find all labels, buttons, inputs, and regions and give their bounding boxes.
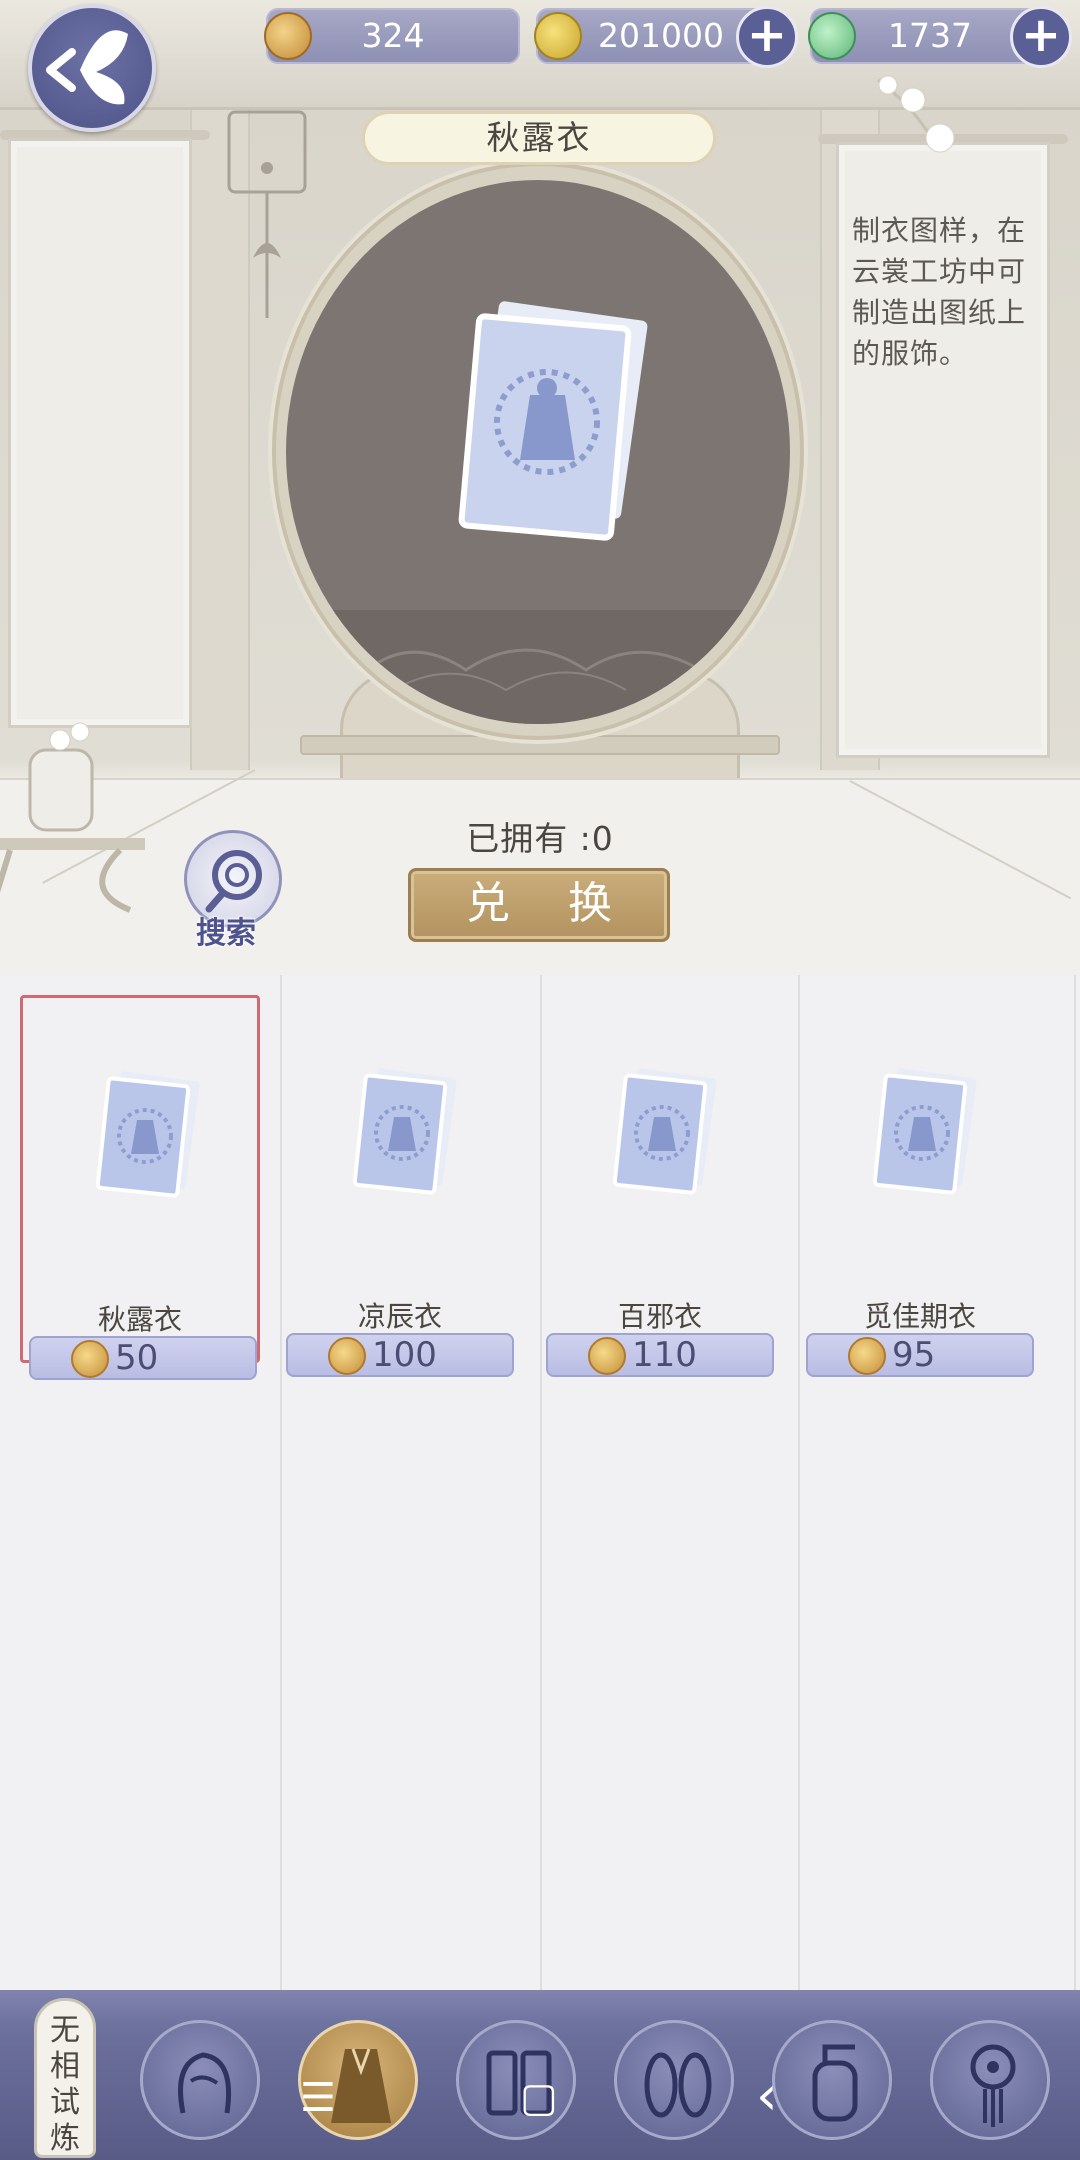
- category-pants[interactable]: [456, 2020, 576, 2140]
- blueprint-preview-icon: [458, 301, 648, 541]
- grid-item[interactable]: 觅佳期衣 95: [800, 995, 1040, 1377]
- owned-count: 已拥有 :0: [466, 819, 614, 858]
- blueprint-icon: [95, 1071, 200, 1198]
- blueprint-icon: [612, 1068, 717, 1195]
- item-price: 50: [115, 1338, 159, 1378]
- vase-decoration-icon: [0, 722, 145, 913]
- blueprint-icon: [872, 1068, 977, 1195]
- tassel-ornament-icon: [970, 2044, 1016, 2127]
- jade-token-icon: [588, 1337, 626, 1375]
- blueprint-icon: [352, 1068, 457, 1195]
- grid-item[interactable]: 秋露衣 50: [20, 995, 260, 1380]
- price-tag: 100: [286, 1333, 514, 1377]
- shop-scene: 制衣图样，在云裳工坊中可制造出图纸上的服饰。 秋露衣 搜索 已拥有:0 兑 换: [0, 0, 1080, 975]
- item-title: 秋露衣: [362, 111, 716, 165]
- grid-item[interactable]: 百邪衣 110: [540, 995, 780, 1377]
- add-green-button[interactable]: +: [1010, 6, 1072, 68]
- hanging-ornament-icon: [227, 110, 307, 318]
- item-name: 觅佳期衣: [863, 1300, 976, 1333]
- item-name: 秋露衣: [97, 1303, 182, 1336]
- category-shoes[interactable]: [614, 2020, 734, 2140]
- system-home-button[interactable]: ▢: [520, 2075, 558, 2121]
- search-label[interactable]: 搜索: [196, 908, 256, 952]
- pouch-icon: [812, 2044, 858, 2122]
- butterfly-back-icon: [46, 30, 128, 105]
- category-ornament[interactable]: [930, 2020, 1050, 2140]
- price-tag: 50: [29, 1336, 257, 1380]
- exchange-button[interactable]: 兑 换: [408, 868, 670, 942]
- jade-token-icon: [848, 1337, 886, 1375]
- pants-icon: [486, 2050, 552, 2116]
- trial-side-tab[interactable]: 无相试炼: [34, 1998, 96, 2158]
- hair-icon: [178, 2052, 232, 2114]
- system-menu-button[interactable]: ☰: [300, 2075, 336, 2121]
- copper-coin-icon: [534, 12, 582, 60]
- item-name: 凉辰衣: [357, 1300, 442, 1333]
- category-hair[interactable]: [140, 2020, 260, 2140]
- left-scroll: [8, 138, 192, 728]
- item-description: 制衣图样，在云裳工坊中可制造出图纸上的服饰。: [852, 214, 1027, 370]
- item-price: 110: [632, 1335, 697, 1375]
- cloud-pattern-icon: [354, 648, 717, 696]
- item-price: 100: [372, 1335, 437, 1375]
- category-accessory[interactable]: [772, 2020, 892, 2140]
- item-grid: 秋露衣 50 凉辰衣 100 百邪衣 110 觅佳期衣 95: [0, 975, 1080, 1990]
- jade-token-icon: [264, 12, 312, 60]
- price-tag: 110: [546, 1333, 774, 1377]
- flower-decoration-icon: [877, 75, 955, 153]
- price-tag: 95: [806, 1333, 1034, 1377]
- green-stone-icon: [808, 12, 856, 60]
- shoes-icon: [644, 2052, 712, 2118]
- item-name: 百邪衣: [617, 1300, 702, 1333]
- system-back-button[interactable]: ‹: [756, 2064, 778, 2127]
- currency-value: 324: [361, 16, 425, 55]
- currency-value: 201000: [598, 16, 724, 55]
- item-price: 95: [892, 1335, 936, 1375]
- back-button[interactable]: [28, 4, 156, 132]
- currency-jade: 324: [264, 8, 520, 64]
- add-copper-button[interactable]: +: [736, 6, 798, 68]
- grid-item[interactable]: 凉辰衣 100: [280, 995, 520, 1377]
- jade-token-icon: [328, 1337, 366, 1375]
- jade-token-icon: [71, 1340, 109, 1378]
- currency-value: 1737: [888, 16, 972, 55]
